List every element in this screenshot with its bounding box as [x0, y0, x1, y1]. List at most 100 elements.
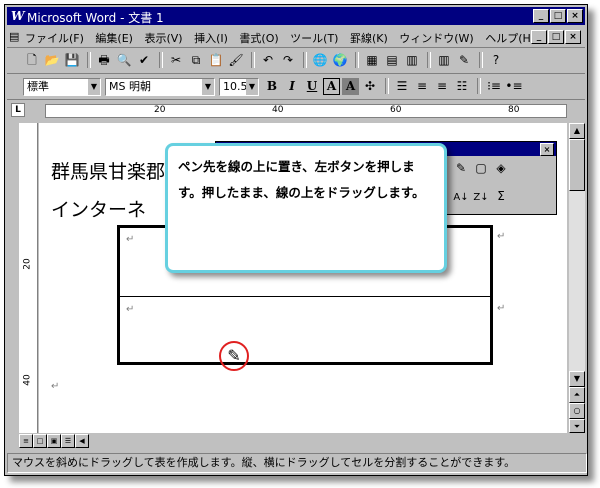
copy-icon[interactable]: ⧉ [187, 52, 205, 69]
bullets-icon[interactable]: •≡ [505, 78, 523, 95]
ruler-track[interactable]: 20 40 60 80 [45, 104, 567, 118]
open-folder-icon[interactable]: 📂 [43, 52, 61, 69]
underline-button[interactable]: U [303, 78, 321, 95]
scroll-up-icon[interactable]: ▲ [569, 123, 585, 139]
menu-window[interactable]: ウィンドウ(W) [399, 32, 473, 45]
ruler-label: 20 [154, 105, 166, 115]
font-combo[interactable]: MS 明朝 ▼ [105, 78, 215, 96]
char-shade-button[interactable]: A [342, 78, 359, 95]
char-border-button[interactable]: A [323, 78, 340, 95]
autosum-icon[interactable]: Σ [492, 188, 510, 205]
sort-descending-icon[interactable]: Z↓ [472, 189, 490, 206]
document-icon: ▤ [9, 30, 20, 43]
cell-mark: ↵ [126, 234, 135, 245]
cell-mark: ↵ [126, 304, 135, 315]
document-window-controls: _ □ × [530, 30, 581, 44]
formatting-toolbar: 標準 ▼ MS 明朝 ▼ 10.5 ▼ B I U A A ✣ ☰ ≡ ≡ ☷ ⁝≡ •≡ [7, 75, 585, 100]
print-icon[interactable]: 🖶 [95, 52, 113, 69]
drawing-icon[interactable]: ✎ [455, 52, 473, 69]
bold-button[interactable]: B [263, 78, 281, 95]
tables-borders-icon[interactable]: ▦ [363, 52, 381, 69]
standard-toolbar: 🗋 📂 💾 🖶 🔍 ✔ ✂ ⧉ 📋 🖌 ↶ ↷ 🌐 🌍 ▦ ▤ ▥ ▥ ✎? [7, 49, 585, 74]
horizontal-ruler: L 20 40 60 80 [7, 101, 585, 119]
web-layout-icon[interactable]: □ [33, 434, 47, 448]
row-end-mark: ↵ [497, 231, 506, 242]
document-line-2: インターネ [51, 199, 147, 221]
toolbar-close-button[interactable]: × [540, 143, 554, 156]
previous-page-icon[interactable]: ⏶ [569, 387, 585, 403]
outside-border-icon[interactable]: ▢ [472, 160, 490, 177]
print-preview-icon[interactable]: 🔍 [115, 52, 133, 69]
menu-format[interactable]: 書式(O) [239, 32, 278, 45]
insert-excel-icon[interactable]: ▥ [403, 52, 421, 69]
word-logo-icon: W [11, 9, 25, 23]
document-line-1: 群馬県甘楽郡 [51, 161, 166, 183]
menu-help[interactable]: ヘルプ(H) [485, 32, 535, 45]
save-icon[interactable]: 💾 [63, 52, 81, 69]
table-row-divider[interactable] [120, 296, 490, 297]
scroll-left-icon[interactable]: ◀ [75, 434, 89, 448]
char-scale-icon[interactable]: ✣ [361, 78, 379, 95]
help-icon[interactable]: ? [487, 52, 505, 69]
row-end-mark: ↵ [497, 303, 506, 314]
paste-icon[interactable]: 📋 [207, 52, 225, 69]
sort-ascending-icon[interactable]: A↓ [452, 189, 470, 206]
window-title: Microsoft Word - 文書 1 [27, 11, 164, 25]
window-controls: _ □ × [532, 9, 583, 23]
menu-edit[interactable]: 編集(E) [95, 32, 133, 45]
web-toolbar-icon[interactable]: 🌍 [331, 52, 349, 69]
vertical-scrollbar[interactable]: ▲ ▼ ⏶ ○ ⏷ [569, 123, 585, 433]
cut-icon[interactable]: ✂ [167, 52, 185, 69]
outline-view-icon[interactable]: ☰ [61, 434, 75, 448]
next-page-icon[interactable]: ⏷ [569, 419, 585, 433]
undo-icon[interactable]: ↶ [259, 52, 277, 69]
close-button[interactable]: × [567, 9, 583, 23]
doc-restore-button[interactable]: □ [548, 30, 564, 44]
menu-view[interactable]: 表示(V) [144, 32, 182, 45]
shading-color-icon[interactable]: ◈ [492, 160, 510, 177]
hyperlink-icon[interactable]: 🌐 [311, 52, 329, 69]
menu-tools[interactable]: ツール(T) [290, 32, 338, 45]
align-justify-icon[interactable]: ☰ [393, 78, 411, 95]
title-bar: W Microsoft Word - 文書 1 _ □ × [7, 7, 585, 25]
scroll-thumb[interactable] [569, 139, 585, 191]
instruction-callout: ペン先を線の上に置き、左ボタンを押します。押したまま、線の上をドラッグします。 [165, 143, 447, 273]
tab-selector[interactable]: L [11, 103, 25, 117]
scroll-down-icon[interactable]: ▼ [569, 371, 585, 387]
style-combo[interactable]: 標準 ▼ [23, 78, 101, 96]
ruler-label: 40 [22, 374, 33, 386]
new-document-icon[interactable]: 🗋 [23, 52, 41, 69]
ruler-label: 60 [390, 105, 402, 115]
distribute-icon[interactable]: ☷ [453, 78, 471, 95]
paragraph-mark: ↵ [51, 381, 60, 392]
insert-table-icon[interactable]: ▤ [383, 52, 401, 69]
menu-bar: ▤ ファイル(F) 編集(E) 表示(V) 挿入(I) 書式(O) ツール(T)… [7, 27, 585, 48]
italic-button[interactable]: I [283, 78, 301, 95]
doc-minimize-button[interactable]: _ [531, 30, 547, 44]
ruler-label: 40 [272, 105, 284, 115]
columns-icon[interactable]: ▥ [435, 52, 453, 69]
menu-table[interactable]: 罫線(K) [350, 32, 388, 45]
normal-view-icon[interactable]: ≡ [19, 434, 33, 448]
format-painter-icon[interactable]: 🖌 [227, 52, 245, 69]
font-size-combo[interactable]: 10.5 ▼ [219, 78, 259, 96]
maximize-button[interactable]: □ [550, 9, 566, 23]
border-color-icon[interactable]: ✎ [452, 160, 470, 177]
numbering-icon[interactable]: ⁝≡ [485, 78, 503, 95]
menu-insert[interactable]: 挿入(I) [194, 32, 228, 45]
redo-icon[interactable]: ↷ [279, 52, 297, 69]
ruler-label: 20 [22, 258, 33, 270]
align-center-icon[interactable]: ≡ [413, 78, 431, 95]
browse-object-icon[interactable]: ○ [569, 403, 585, 419]
pencil-cursor-icon: ✎ [219, 341, 249, 371]
ruler-label: 80 [508, 105, 520, 115]
minimize-button[interactable]: _ [533, 9, 549, 23]
status-bar: マウスを斜めにドラッグして表を作成します。縦、横にドラッグしてセルを分割すること… [7, 453, 587, 473]
word-window: W Microsoft Word - 文書 1 _ □ × ▤ ファイル(F) 編集… [4, 4, 588, 476]
spelling-icon[interactable]: ✔ [135, 52, 153, 69]
align-right-icon[interactable]: ≡ [433, 78, 451, 95]
doc-close-button[interactable]: × [565, 30, 581, 44]
print-layout-icon[interactable]: ▣ [47, 434, 61, 448]
horizontal-scrollbar[interactable]: ≡ □ ▣ ☰ ◀ [19, 433, 567, 449]
menu-file[interactable]: ファイル(F) [25, 32, 84, 45]
